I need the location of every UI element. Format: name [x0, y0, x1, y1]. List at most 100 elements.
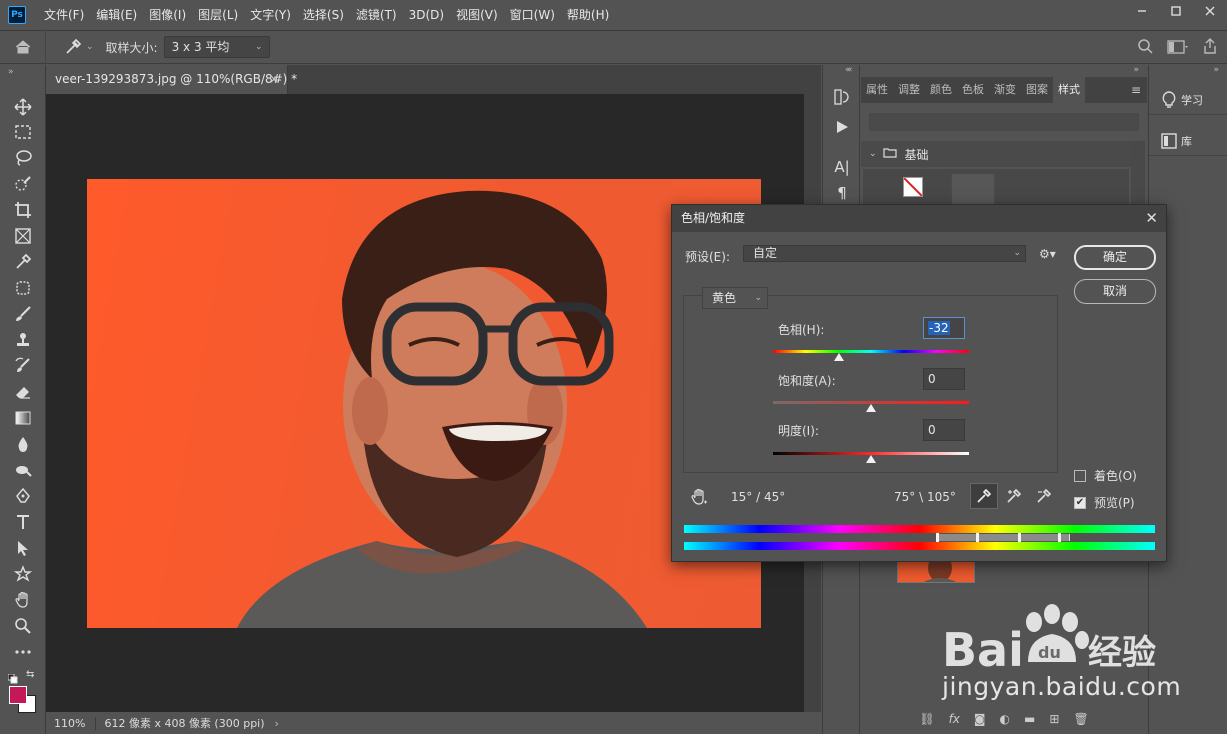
range-handle-left-outer[interactable]	[936, 533, 939, 542]
hue-slider[interactable]	[773, 350, 969, 353]
menu-filter[interactable]: 滤镜(T)	[350, 0, 403, 30]
home-icon[interactable]	[0, 30, 46, 64]
character-icon[interactable]: A|	[832, 157, 852, 177]
color-range-bar[interactable]	[684, 533, 1155, 542]
history-brush-icon[interactable]	[10, 355, 36, 377]
hand-tool-icon[interactable]	[10, 589, 36, 611]
eyedropper-icon[interactable]	[970, 483, 998, 509]
eyedropper-icon[interactable]	[10, 251, 36, 273]
range-handle-right-inner[interactable]	[1018, 533, 1021, 542]
styles-search-input[interactable]	[869, 113, 1139, 131]
style-none-thumb[interactable]	[903, 177, 923, 197]
collapse-icon[interactable]: »	[8, 67, 14, 77]
color-range-selection[interactable]	[936, 534, 1070, 541]
tab-gradients[interactable]: 渐变	[989, 77, 1021, 103]
eyedropper-add-icon[interactable]	[1000, 483, 1028, 509]
mask-icon[interactable]: ◙	[974, 712, 986, 726]
trash-icon[interactable]: 🗑	[1073, 712, 1088, 726]
channel-select[interactable]: 黄色 ⌄	[702, 287, 768, 309]
pen-tool-icon[interactable]	[10, 485, 36, 507]
panel-menu-icon[interactable]: ≡	[1131, 77, 1141, 103]
zoom-level[interactable]: 110%	[46, 716, 97, 730]
on-image-adjust-icon[interactable]	[690, 488, 708, 510]
menu-window[interactable]: 窗口(W)	[504, 0, 561, 30]
share-icon[interactable]	[1203, 38, 1217, 58]
dodge-tool-icon[interactable]	[10, 459, 36, 481]
stamp-tool-icon[interactable]	[10, 329, 36, 351]
minimize-icon[interactable]	[1125, 0, 1159, 22]
marquee-tool-icon[interactable]	[10, 121, 36, 143]
colorize-option[interactable]: 着色(O)	[1074, 467, 1137, 484]
lightness-slider-thumb[interactable]	[866, 455, 876, 463]
crop-tool-icon[interactable]	[10, 199, 36, 221]
hue-slider-thumb[interactable]	[834, 353, 844, 361]
more-tools-icon[interactable]	[10, 641, 36, 663]
new-layer-icon[interactable]: ⊞	[1049, 712, 1059, 726]
menu-edit[interactable]: 编辑(E)	[90, 0, 143, 30]
close-window-icon[interactable]	[1193, 0, 1227, 22]
lightness-input[interactable]: 0	[923, 419, 965, 441]
blur-tool-icon[interactable]	[10, 433, 36, 455]
saturation-slider-thumb[interactable]	[866, 404, 876, 412]
eraser-tool-icon[interactable]	[10, 381, 36, 403]
chevron-right-icon[interactable]: ›	[275, 717, 279, 730]
paragraph-icon[interactable]: ¶	[832, 183, 852, 203]
sample-size-select[interactable]: 3 x 3 平均 ⌄	[163, 36, 270, 58]
path-select-icon[interactable]	[10, 537, 36, 559]
document-tab[interactable]: veer-139293873.jpg @ 110%(RGB/8#) * ×	[46, 65, 297, 94]
range-handle-left-inner[interactable]	[976, 533, 979, 542]
close-icon[interactable]: ✕	[1145, 205, 1158, 232]
shape-tool-icon[interactable]	[10, 563, 36, 585]
maximize-icon[interactable]	[1159, 0, 1193, 22]
menu-image[interactable]: 图像(I)	[143, 0, 192, 30]
zoom-tool-icon[interactable]	[10, 615, 36, 637]
range-handle-right-outer[interactable]	[1058, 533, 1061, 542]
menu-help[interactable]: 帮助(H)	[561, 0, 615, 30]
search-icon[interactable]	[1137, 38, 1153, 58]
lasso-tool-icon[interactable]	[10, 147, 36, 169]
healing-brush-icon[interactable]	[10, 277, 36, 299]
hue-input[interactable]: -32	[923, 317, 965, 339]
learn-button[interactable]: 学习	[1149, 85, 1227, 115]
gear-icon[interactable]: ⚙▾	[1039, 247, 1056, 261]
swap-colors-icon[interactable]: ⇆	[26, 669, 34, 680]
frame-tool-icon[interactable]	[10, 225, 36, 247]
cancel-button[interactable]: 取消	[1074, 279, 1156, 304]
menu-3d[interactable]: 3D(D)	[403, 0, 450, 30]
colorize-checkbox[interactable]	[1074, 469, 1086, 482]
ok-button[interactable]: 确定	[1074, 245, 1156, 270]
link-icon[interactable]: ⛓	[919, 712, 934, 726]
eyedropper-tool-icon[interactable]: ⌄	[64, 38, 94, 56]
menu-type[interactable]: 文字(Y)	[244, 0, 297, 30]
move-tool-icon[interactable]	[10, 96, 36, 118]
tab-color[interactable]: 颜色	[925, 77, 957, 103]
saturation-input[interactable]: 0	[923, 368, 965, 390]
tab-adjustments[interactable]: 调整	[893, 77, 925, 103]
collapse-icon[interactable]: »	[1213, 65, 1219, 75]
expand-left-icon[interactable]: «	[847, 65, 853, 75]
tab-properties[interactable]: 属性	[861, 77, 893, 103]
layer-thumbnail[interactable]	[897, 559, 975, 583]
close-tab-icon[interactable]: ×	[269, 65, 279, 93]
menu-layer[interactable]: 图层(L)	[192, 0, 244, 30]
preview-checkbox[interactable]: ✔	[1074, 496, 1086, 509]
foreground-color-swatch[interactable]	[9, 686, 27, 704]
preset-select[interactable]: 自定 ⌄	[743, 245, 1026, 262]
play-icon[interactable]	[832, 117, 852, 137]
gradient-tool-icon[interactable]	[10, 407, 36, 429]
tab-styles[interactable]: 样式	[1053, 77, 1085, 103]
tab-swatches[interactable]: 色板	[957, 77, 989, 103]
tab-patterns[interactable]: 图案	[1021, 77, 1053, 103]
type-tool-icon[interactable]	[10, 511, 36, 533]
quick-select-tool-icon[interactable]	[10, 173, 36, 195]
dialog-title-bar[interactable]: 色相/饱和度 ✕	[672, 205, 1166, 232]
folder-icon[interactable]: ▬	[1024, 712, 1035, 726]
history-icon[interactable]	[832, 87, 852, 107]
collapse-right-icon[interactable]: »	[1133, 65, 1139, 75]
preview-option[interactable]: ✔ 预览(P)	[1074, 494, 1135, 511]
menu-view[interactable]: 视图(V)	[450, 0, 504, 30]
workspace-icon[interactable]	[1167, 39, 1189, 58]
fx-icon[interactable]: fx	[949, 712, 960, 726]
adjustment-icon[interactable]: ◐	[1000, 712, 1010, 726]
eyedropper-subtract-icon[interactable]	[1030, 483, 1058, 509]
